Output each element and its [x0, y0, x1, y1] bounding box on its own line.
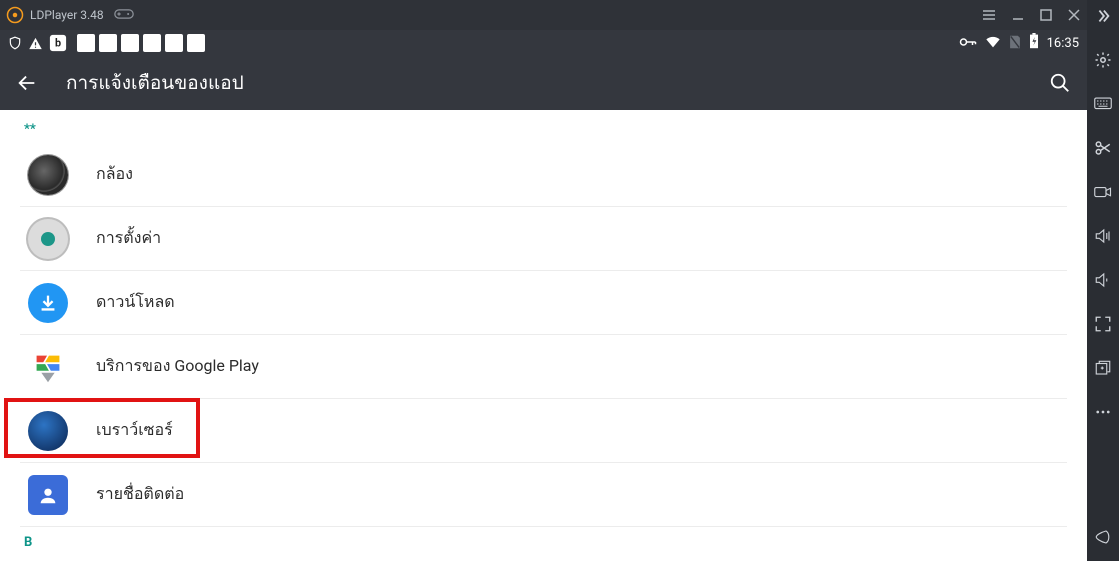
app-name: LDPlayer 3.48	[30, 8, 104, 22]
camera-icon	[28, 155, 68, 195]
google-play-icon	[28, 347, 68, 387]
volume-up-icon[interactable]	[1091, 224, 1115, 248]
keyboard-icon[interactable]	[1091, 92, 1115, 116]
gear-icon[interactable]	[1091, 48, 1115, 72]
app-item-download[interactable]: ดาวน์โหลด	[20, 271, 1067, 335]
fullscreen-icon[interactable]	[1091, 312, 1115, 336]
page-header: การแจ้งเตือนของแอป	[0, 56, 1087, 110]
titlebar: LDPlayer 3.48	[0, 0, 1087, 30]
multi-window-icon[interactable]	[1091, 356, 1115, 380]
volume-down-icon[interactable]	[1091, 268, 1115, 292]
shield-icon	[8, 36, 22, 50]
status-time: 16:35	[1047, 36, 1079, 51]
app-item-google-play-services[interactable]: บริการของ Google Play	[20, 335, 1067, 399]
back-button[interactable]	[16, 72, 38, 94]
close-button[interactable]	[1067, 7, 1081, 23]
app-label: รายชื่อติดต่อ	[96, 482, 184, 507]
download-icon	[28, 283, 68, 323]
app-label: การตั้งค่า	[96, 226, 161, 251]
hamburger-icon[interactable]	[981, 7, 997, 23]
app-list: ** กล้อง การตั้งค่า ดาวน์โหลด	[0, 110, 1087, 561]
notification-boxes	[77, 34, 205, 52]
wifi-icon	[985, 34, 1001, 53]
section-header: B	[20, 533, 1087, 556]
app-label: ดาวน์โหลด	[96, 290, 175, 315]
app-label: กล้อง	[96, 162, 133, 187]
scissors-icon[interactable]	[1091, 136, 1115, 160]
search-button[interactable]	[1049, 72, 1071, 94]
section-header: **	[20, 120, 1087, 143]
android-back-icon[interactable]	[1091, 525, 1115, 549]
app-b-icon: b	[49, 34, 67, 52]
app-item-camera[interactable]: กล้อง	[20, 143, 1067, 207]
gamepad-icon	[114, 6, 134, 25]
maximize-button[interactable]	[1039, 7, 1053, 23]
collapse-sidebar-icon[interactable]	[1091, 4, 1115, 28]
app-item-contacts[interactable]: รายชื่อติดต่อ	[20, 463, 1067, 527]
minimize-button[interactable]	[1011, 7, 1025, 23]
ldplayer-logo-icon	[6, 6, 24, 24]
contacts-icon	[28, 475, 68, 515]
record-video-icon[interactable]	[1091, 180, 1115, 204]
more-icon[interactable]	[1091, 400, 1115, 424]
page-title: การแจ้งเตือนของแอป	[66, 68, 244, 98]
highlight-annotation	[4, 398, 200, 458]
settings-icon	[28, 219, 68, 259]
app-item-settings[interactable]: การตั้งค่า	[20, 207, 1067, 271]
no-sim-icon	[1009, 34, 1021, 53]
android-statusbar: b 16:35	[0, 30, 1087, 56]
app-label: บริการของ Google Play	[96, 354, 259, 379]
vpn-key-icon	[959, 34, 977, 53]
battery-charging-icon	[1029, 33, 1039, 53]
warning-icon	[28, 36, 43, 51]
emulator-sidebar	[1087, 0, 1119, 561]
svg-text:b: b	[55, 37, 61, 50]
